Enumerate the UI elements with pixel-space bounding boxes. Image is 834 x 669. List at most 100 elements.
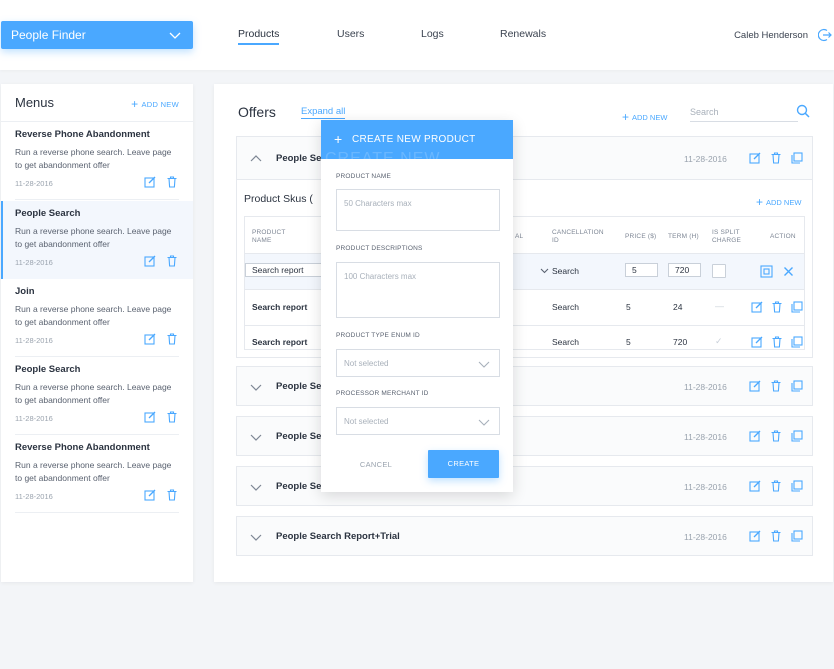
- offer-name: People Se: [276, 481, 322, 492]
- offers-title: Offers: [238, 104, 276, 120]
- edit-icon[interactable]: [144, 176, 156, 188]
- offer-name: People Se: [276, 431, 322, 442]
- app-select[interactable]: People Finder: [1, 21, 193, 49]
- menus-add-new-button[interactable]: + ADD NEW: [131, 97, 179, 111]
- edit-icon[interactable]: [144, 411, 156, 423]
- copy-icon[interactable]: [791, 480, 803, 492]
- trash-icon[interactable]: [771, 336, 783, 348]
- edit-icon[interactable]: [144, 255, 156, 267]
- menu-item-description: Run a reverse phone search. Leave page t…: [15, 304, 172, 327]
- term-input[interactable]: 720: [668, 263, 701, 277]
- column-header: TERM (H): [668, 233, 699, 240]
- split-charge-checkbox[interactable]: [712, 264, 726, 278]
- close-icon[interactable]: [783, 266, 794, 277]
- menu-item[interactable]: Reverse Phone Abandonment Run a reverse …: [1, 435, 193, 513]
- trash-icon[interactable]: [771, 301, 783, 313]
- price-cell: 5: [626, 302, 631, 312]
- expand-all-link[interactable]: Expand all: [301, 106, 346, 119]
- tab-renewals[interactable]: Renewals: [500, 28, 546, 40]
- copy-icon[interactable]: [791, 380, 803, 392]
- menu-item-date: 11-28-2016: [15, 258, 53, 267]
- menu-item-title: Reverse Phone Abandonment: [15, 442, 150, 453]
- trash-icon[interactable]: [770, 530, 782, 542]
- tab-users[interactable]: Users: [337, 28, 364, 40]
- trash-icon[interactable]: [770, 380, 782, 392]
- offer-row[interactable]: People Search Report+Trial 11-28-2016: [236, 516, 813, 556]
- trash-icon[interactable]: [770, 480, 782, 492]
- menu-item[interactable]: Join Run a reverse phone search. Leave p…: [1, 279, 193, 357]
- chevron-down-icon[interactable]: [250, 481, 262, 493]
- edit-icon[interactable]: [749, 152, 761, 164]
- edit-icon[interactable]: [144, 333, 156, 345]
- edit-icon[interactable]: [751, 336, 763, 348]
- price-input[interactable]: 5: [625, 263, 658, 277]
- menu-item-date: 11-28-2016: [15, 492, 53, 501]
- processor-merchant-select[interactable]: Not selected: [336, 407, 500, 435]
- chevron-down-icon[interactable]: [250, 381, 262, 393]
- offers-add-new-button[interactable]: + ADD NEW: [622, 110, 667, 124]
- offer-date: 11-28-2016: [684, 532, 727, 542]
- menu-item-description: Run a reverse phone search. Leave page t…: [15, 382, 172, 405]
- copy-icon[interactable]: [791, 301, 803, 313]
- trash-icon[interactable]: [166, 489, 178, 501]
- menu-item-title: People Search: [15, 208, 81, 219]
- price-cell: 5: [626, 337, 631, 347]
- copy-icon[interactable]: [791, 430, 803, 442]
- edit-icon[interactable]: [144, 489, 156, 501]
- search-icon[interactable]: [796, 104, 810, 118]
- offer-name: People Search Report+Trial: [276, 531, 400, 542]
- processor-merchant-value: Not selected: [344, 417, 389, 426]
- edit-icon[interactable]: [749, 380, 761, 392]
- product-name-input[interactable]: Search report: [245, 263, 325, 277]
- column-header: PRICE ($): [625, 233, 657, 240]
- copy-icon[interactable]: [791, 530, 803, 542]
- trash-icon[interactable]: [770, 152, 782, 164]
- offer-date: 11-28-2016: [684, 154, 727, 164]
- cancellation-select[interactable]: Search: [552, 266, 579, 276]
- split-charge-cell: ✓: [715, 336, 723, 346]
- copy-icon[interactable]: [791, 152, 803, 164]
- menu-item[interactable]: People Search Run a reverse phone search…: [1, 201, 193, 279]
- search-input[interactable]: Search: [690, 104, 798, 122]
- edit-icon[interactable]: [749, 430, 761, 442]
- processor-merchant-label: PROCESSOR MERCHANT ID: [336, 390, 429, 397]
- edit-icon[interactable]: [749, 480, 761, 492]
- tab-logs[interactable]: Logs: [421, 28, 444, 40]
- chevron-down-icon[interactable]: [250, 531, 262, 543]
- chevron-down-icon: [169, 32, 181, 39]
- menu-item-date: 11-28-2016: [15, 336, 53, 345]
- app-select-label: People Finder: [11, 28, 86, 42]
- divider: [15, 512, 179, 513]
- offer-date: 11-28-2016: [684, 432, 727, 442]
- trash-icon[interactable]: [166, 411, 178, 423]
- edit-icon[interactable]: [751, 301, 763, 313]
- menu-item[interactable]: People Search Run a reverse phone search…: [1, 357, 193, 435]
- user-name[interactable]: Caleb Henderson: [734, 30, 808, 41]
- trash-icon[interactable]: [166, 333, 178, 345]
- menu-item-title: People Search: [15, 364, 81, 375]
- edit-icon[interactable]: [749, 530, 761, 542]
- cancel-button[interactable]: CANCEL: [336, 451, 416, 479]
- tab-products[interactable]: Products: [238, 28, 280, 45]
- chevron-down-icon: [478, 419, 490, 426]
- chevron-down-icon[interactable]: [250, 431, 262, 443]
- save-icon[interactable]: [760, 265, 773, 278]
- create-button[interactable]: CREATE: [428, 450, 499, 478]
- product-descriptions-field[interactable]: 100 Characters max: [336, 262, 500, 318]
- product-name-field[interactable]: 50 Characters max: [336, 189, 500, 231]
- offer-name: People Se: [276, 381, 322, 392]
- plus-icon: +: [756, 195, 764, 209]
- menu-item[interactable]: Reverse Phone Abandonment Run a reverse …: [1, 122, 193, 200]
- term-cell: 720: [673, 337, 688, 347]
- product-type-select[interactable]: Not selected: [336, 349, 500, 377]
- trash-icon[interactable]: [166, 176, 178, 188]
- chevron-up-icon[interactable]: [250, 153, 262, 165]
- menu-item-date: 11-28-2016: [15, 179, 53, 188]
- chevron-down-icon[interactable]: [540, 266, 549, 275]
- trash-icon[interactable]: [770, 430, 782, 442]
- copy-icon[interactable]: [791, 336, 803, 348]
- trash-icon[interactable]: [166, 255, 178, 267]
- offer-date: 11-28-2016: [684, 382, 727, 392]
- logout-icon[interactable]: [818, 28, 832, 42]
- skus-add-new-button[interactable]: + ADD NEW: [756, 195, 801, 209]
